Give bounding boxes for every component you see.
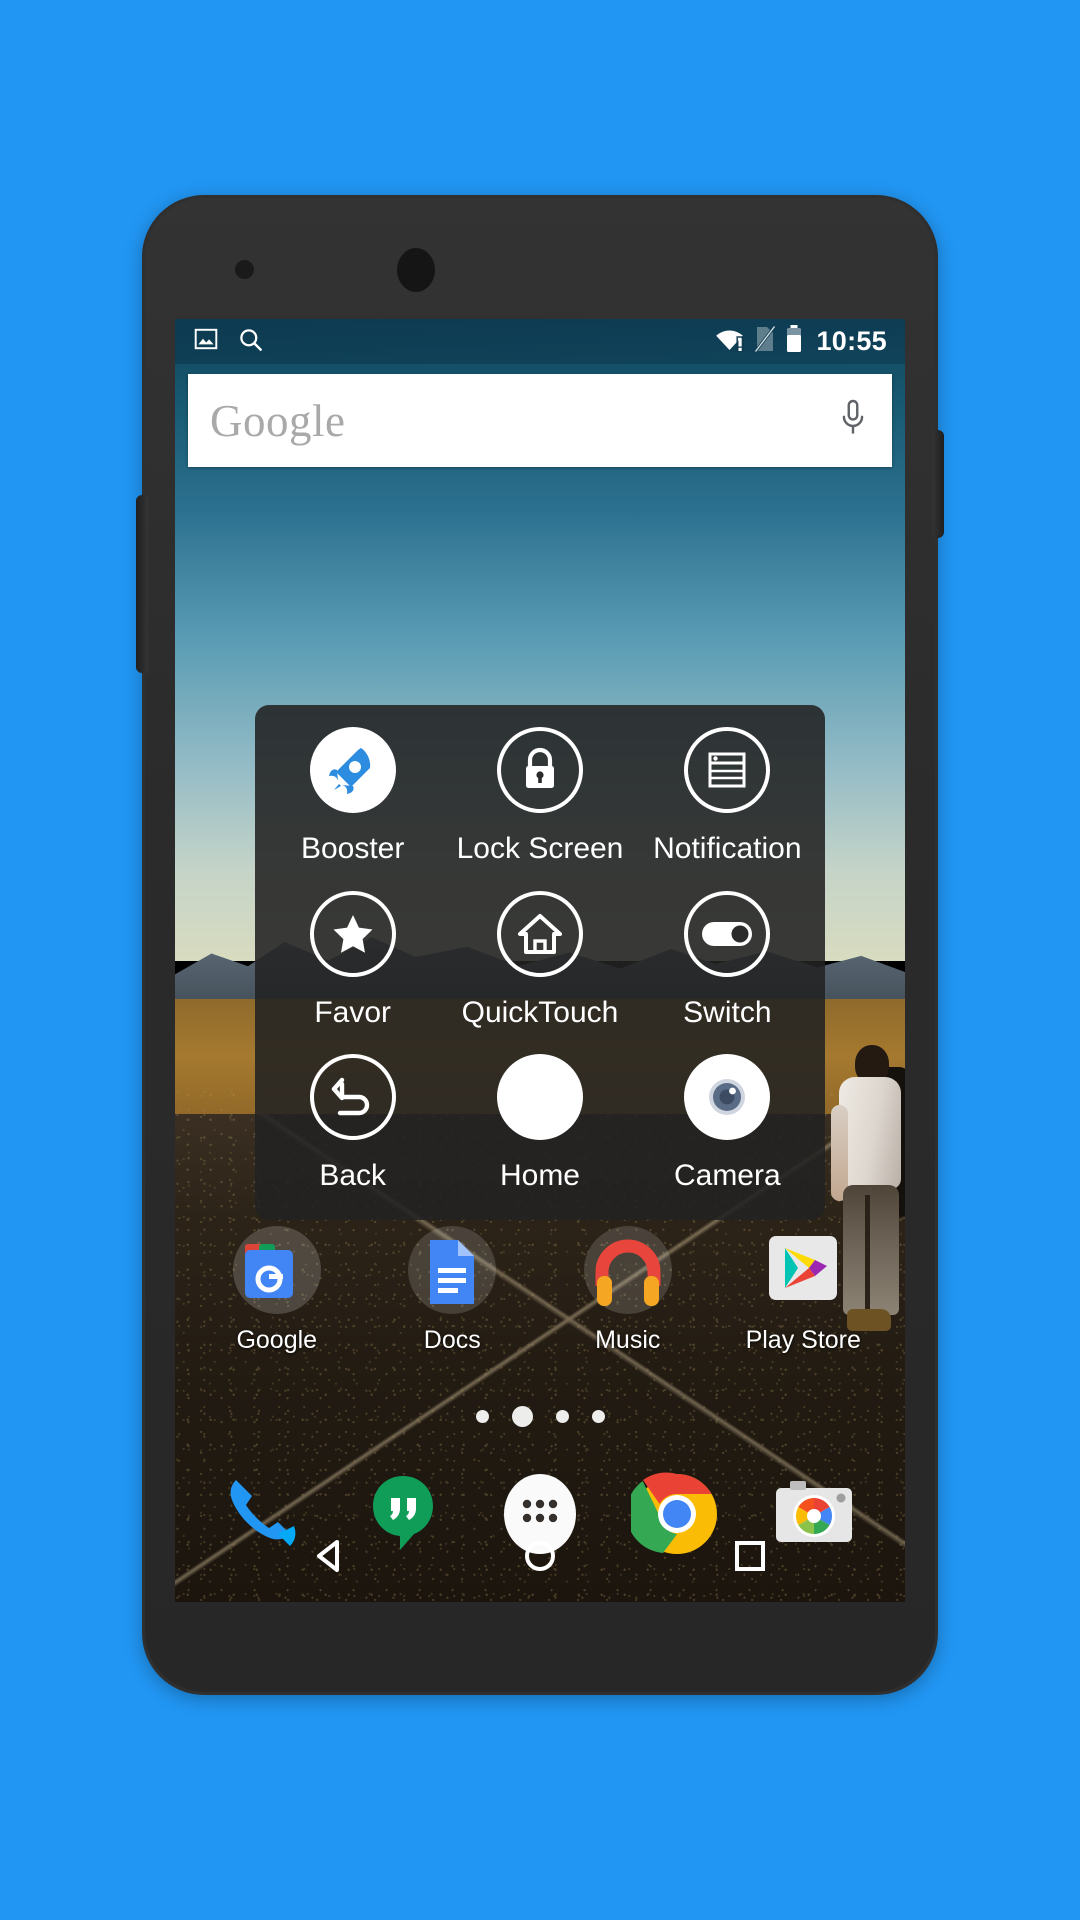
home-app-row: g Google (175, 1224, 905, 1374)
app-item-music[interactable]: Music (553, 1224, 703, 1355)
quick-action-lock-screen[interactable]: Lock Screen (446, 721, 633, 885)
page-indicator (175, 1401, 905, 1431)
app-label: Play Store (745, 1326, 861, 1354)
quick-action-camera[interactable]: Camera (634, 1048, 821, 1212)
no-sim-icon (754, 325, 777, 358)
phone-screen: 10:55 Google g (175, 319, 905, 1602)
wifi-alert-icon (715, 326, 745, 357)
camera-lens-icon (684, 1054, 771, 1141)
app-item-docs[interactable]: Docs (377, 1224, 527, 1355)
volume-rocker-button[interactable] (136, 495, 148, 673)
phone-device-frame: 10:55 Google g (136, 195, 944, 1695)
quick-action-label: Camera (673, 1159, 781, 1193)
notification-list-icon (684, 727, 771, 813)
search-icon[interactable] (237, 326, 264, 358)
power-button[interactable] (932, 430, 944, 538)
image-icon (193, 326, 219, 357)
quick-action-label: Notification (653, 832, 802, 865)
front-camera-icon (397, 248, 435, 292)
home-circle-icon (496, 1054, 583, 1141)
app-item-google[interactable]: g Google (202, 1224, 352, 1355)
page-dot-active[interactable] (511, 1405, 533, 1427)
nav-home-circle-icon[interactable] (505, 1521, 575, 1591)
quick-action-label: Home (499, 1159, 580, 1193)
quick-action-label: QuickTouch (461, 995, 619, 1029)
status-bar-left-icons (193, 326, 264, 358)
quick-action-label: Switch (683, 995, 772, 1029)
toggle-switch-icon (684, 890, 771, 977)
home-house-icon (496, 890, 583, 977)
status-bar-right-icons: 10:55 (715, 325, 887, 358)
page-dot[interactable] (555, 1409, 569, 1423)
quick-action-label: Back (319, 1159, 387, 1193)
quick-action-quicktouch[interactable]: QuickTouch (446, 885, 633, 1049)
quick-action-favor[interactable]: Favor (259, 885, 446, 1049)
battery-icon (785, 325, 803, 358)
proximity-sensor-icon (235, 260, 254, 279)
google-logo-text: Google (210, 395, 346, 446)
nav-back-triangle-icon[interactable] (295, 1521, 365, 1591)
quick-action-back[interactable]: Back (259, 1048, 446, 1212)
google-search-widget[interactable]: Google (188, 374, 892, 467)
quick-action-label: Favor (314, 995, 391, 1029)
quick-action-label: Lock Screen (456, 832, 624, 865)
google-music-icon (580, 1224, 676, 1320)
lock-icon (496, 727, 583, 813)
page-dot[interactable] (475, 1409, 489, 1423)
page-dot[interactable] (591, 1409, 605, 1423)
google-docs-icon (404, 1224, 500, 1320)
quick-action-notification[interactable]: Notification (634, 721, 821, 885)
status-bar-clock: 10:55 (816, 326, 887, 356)
quick-action-home[interactable]: Home (446, 1048, 633, 1212)
app-label: Google (236, 1326, 318, 1354)
rocket-icon (309, 727, 396, 813)
google-folder-icon: g (229, 1224, 325, 1320)
star-icon (309, 890, 396, 977)
play-store-icon (755, 1224, 851, 1320)
quick-action-label: Booster (300, 832, 405, 865)
navigation-bar (175, 1510, 905, 1602)
quick-action-switch[interactable]: Switch (634, 885, 821, 1049)
status-bar[interactable]: 10:55 (175, 319, 905, 364)
back-arrow-icon (309, 1054, 396, 1141)
app-label: Docs (423, 1326, 481, 1354)
microphone-icon[interactable] (836, 398, 870, 443)
app-item-play-store[interactable]: Play Store (728, 1224, 878, 1355)
quick-action-panel: Booster Lock Screen Notification Favor Q… (255, 705, 825, 1220)
quick-action-booster[interactable]: Booster (259, 721, 446, 885)
app-label: Music (595, 1326, 661, 1354)
nav-recents-square-icon[interactable] (715, 1521, 785, 1591)
